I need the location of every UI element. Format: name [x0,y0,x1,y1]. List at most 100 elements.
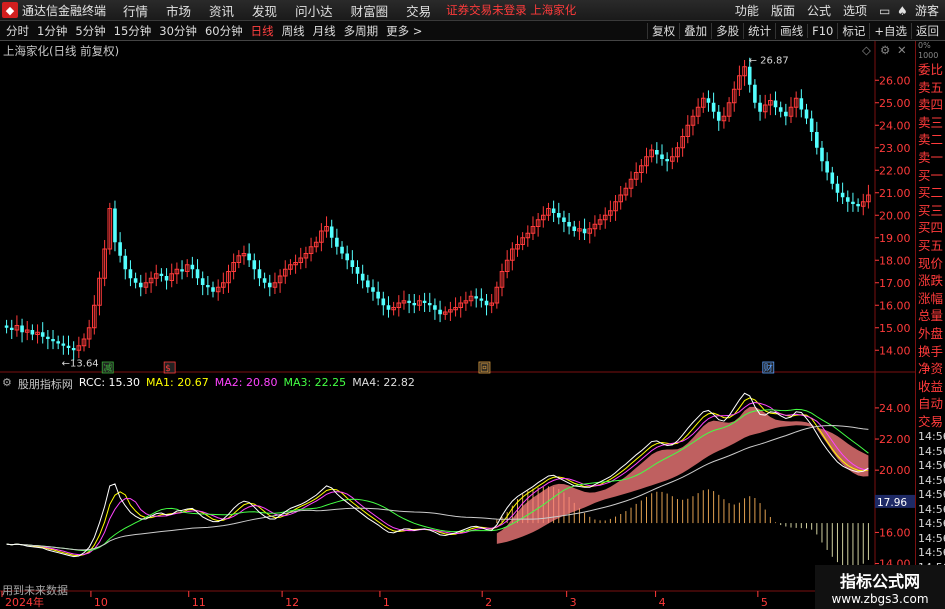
draw-line-button[interactable]: 画线 [775,23,807,39]
indicator-tick-label: 20.00 [879,464,911,477]
side-item[interactable]: 委比 [916,61,945,79]
candle-body [433,305,437,310]
menu-item-trade[interactable]: 交易 [397,1,440,20]
candle-body [123,255,128,270]
back-button[interactable]: 返回 [911,23,943,39]
period-tab-1min[interactable]: 1分钟 [33,23,71,39]
close-icon[interactable]: ✕ [897,43,907,57]
period-tab-fenshi[interactable]: 分时 [2,23,33,39]
side-item[interactable]: 现价 [916,255,945,273]
overlay-button[interactable]: 叠加 [679,23,711,39]
side-item[interactable]: 涨跌 [916,272,945,290]
candle-body [660,154,664,159]
multi-stock-button[interactable]: 多股 [711,23,743,39]
guest-button[interactable]: 游客 [909,2,945,19]
indicator-tick-label: 22.00 [879,433,911,446]
menu-item-markets[interactable]: 市场 [157,1,200,20]
event-marker: 财 [764,362,773,374]
indicator-name[interactable]: 股朋指标网 [18,376,73,392]
layout-button[interactable]: 版面 [765,2,801,19]
candle-body [830,172,835,184]
side-item[interactable]: 卖二 [916,131,945,149]
restore-rights-button[interactable]: 复权 [647,23,679,39]
menu-item-discover[interactable]: 发现 [243,1,286,20]
side-item[interactable]: 买三 [916,202,945,220]
side-item[interactable]: 卖一 [916,149,945,167]
side-item[interactable]: 外盘 [916,325,945,343]
candle-body [138,282,143,288]
candle-body [422,300,427,303]
date-tick-label: 11 [192,596,206,609]
period-tab-more[interactable]: 更多 > [382,23,426,39]
candle-body [128,269,133,279]
side-item[interactable]: 净资 [916,360,945,378]
candle-body [40,332,45,337]
title-bar: ◆ 通达信金融终端 行情 市场 资讯 发现 问小达 财富圈 交易 证券交易未登录… [0,0,945,21]
candle-body [66,345,71,348]
function-button[interactable]: 功能 [729,2,765,19]
side-item[interactable]: 卖五 [916,79,945,97]
menu-item-ask[interactable]: 问小达 [286,1,342,20]
candle-body [711,102,716,112]
candle-body [582,228,587,234]
watermark: 指标公式网 www.zbgs3.com [815,565,945,609]
period-tabs: 分时 1分钟 5分钟 15分钟 30分钟 60分钟 日线 周线 月线 多周期 更… [2,23,426,39]
period-tab-week[interactable]: 周线 [278,23,309,39]
indicator-rcc: RCC: 15.30 [78,376,141,389]
side-item[interactable]: 买五 [916,237,945,255]
price-tick-label: 19.00 [879,232,911,245]
side-item[interactable]: 买一 [916,167,945,185]
candle-body [747,66,752,85]
gear-icon[interactable]: ⚙ [880,43,890,57]
value-badge-text: 17.96 [877,497,907,509]
candle-body [386,305,391,310]
candle-body [484,300,489,306]
period-tab-15min[interactable]: 15分钟 [110,23,156,39]
menu-item-news[interactable]: 资讯 [200,1,243,20]
candle-body [180,269,184,272]
candle-body [71,348,76,351]
side-lower-item: 14:56 [918,517,945,531]
side-item[interactable]: 收益 [916,378,945,396]
diamond-icon[interactable]: ◇ [862,43,871,57]
price-tick-label: 20.00 [879,209,911,222]
side-item[interactable]: 卖三 [916,114,945,132]
f10-button[interactable]: F10 [807,24,837,38]
side-lower-item: 14:56 [918,459,945,473]
period-tab-5min[interactable]: 5分钟 [71,23,109,39]
side-item[interactable]: 换手 [916,343,945,361]
price-chart[interactable]: 26.00 25.00 24.00 23.00 22.00 21.00 20.00 19.00… [0,41,915,609]
candle-body [9,327,14,330]
period-tab-30min[interactable]: 30分钟 [155,23,201,39]
period-tab-60min[interactable]: 60分钟 [201,23,247,39]
app-name: 通达信金融终端 [22,3,107,18]
side-item[interactable]: 买二 [916,184,945,202]
menu-item-wealth[interactable]: 财富圈 [342,1,398,20]
options-button[interactable]: 选项 [837,2,873,19]
formula-button[interactable]: 公式 [801,2,837,19]
mark-button[interactable]: 标记 [837,23,869,39]
side-item[interactable]: 涨幅 [916,290,945,308]
add-watchlist-button[interactable]: +自选 [869,23,911,39]
side-lower-item: 交易 [918,413,944,429]
menu-item-market[interactable]: 行情 [114,1,157,20]
shirt-icon[interactable]: ♠ [891,4,909,18]
period-tab-day[interactable]: 日线 [247,23,278,39]
side-lower-item: 14:56 [918,531,945,545]
period-tab-month[interactable]: 月线 [309,23,340,39]
stats-button[interactable]: 统计 [743,23,775,39]
indicator-gear-icon[interactable]: ⚙ [2,376,12,392]
candle-body [51,339,55,342]
side-item[interactable]: 买四 [916,219,945,237]
title-right: 功能 版面 公式 选项 ▭ ♠ 游客 [729,0,945,21]
indicator-ma1: MA1: 20.67 [146,376,209,389]
candle-body [247,253,251,261]
side-item[interactable]: 卖四 [916,96,945,114]
date-tick-label: 1 [383,596,390,609]
restore-icon[interactable]: ▭ [873,4,891,18]
price-tick-label: 14.00 [879,344,911,357]
candle-body [758,102,762,112]
side-item[interactable]: 总量 [916,307,945,325]
indicator-ma3: MA3: 22.25 [283,376,347,389]
period-tab-multi[interactable]: 多周期 [340,23,383,39]
